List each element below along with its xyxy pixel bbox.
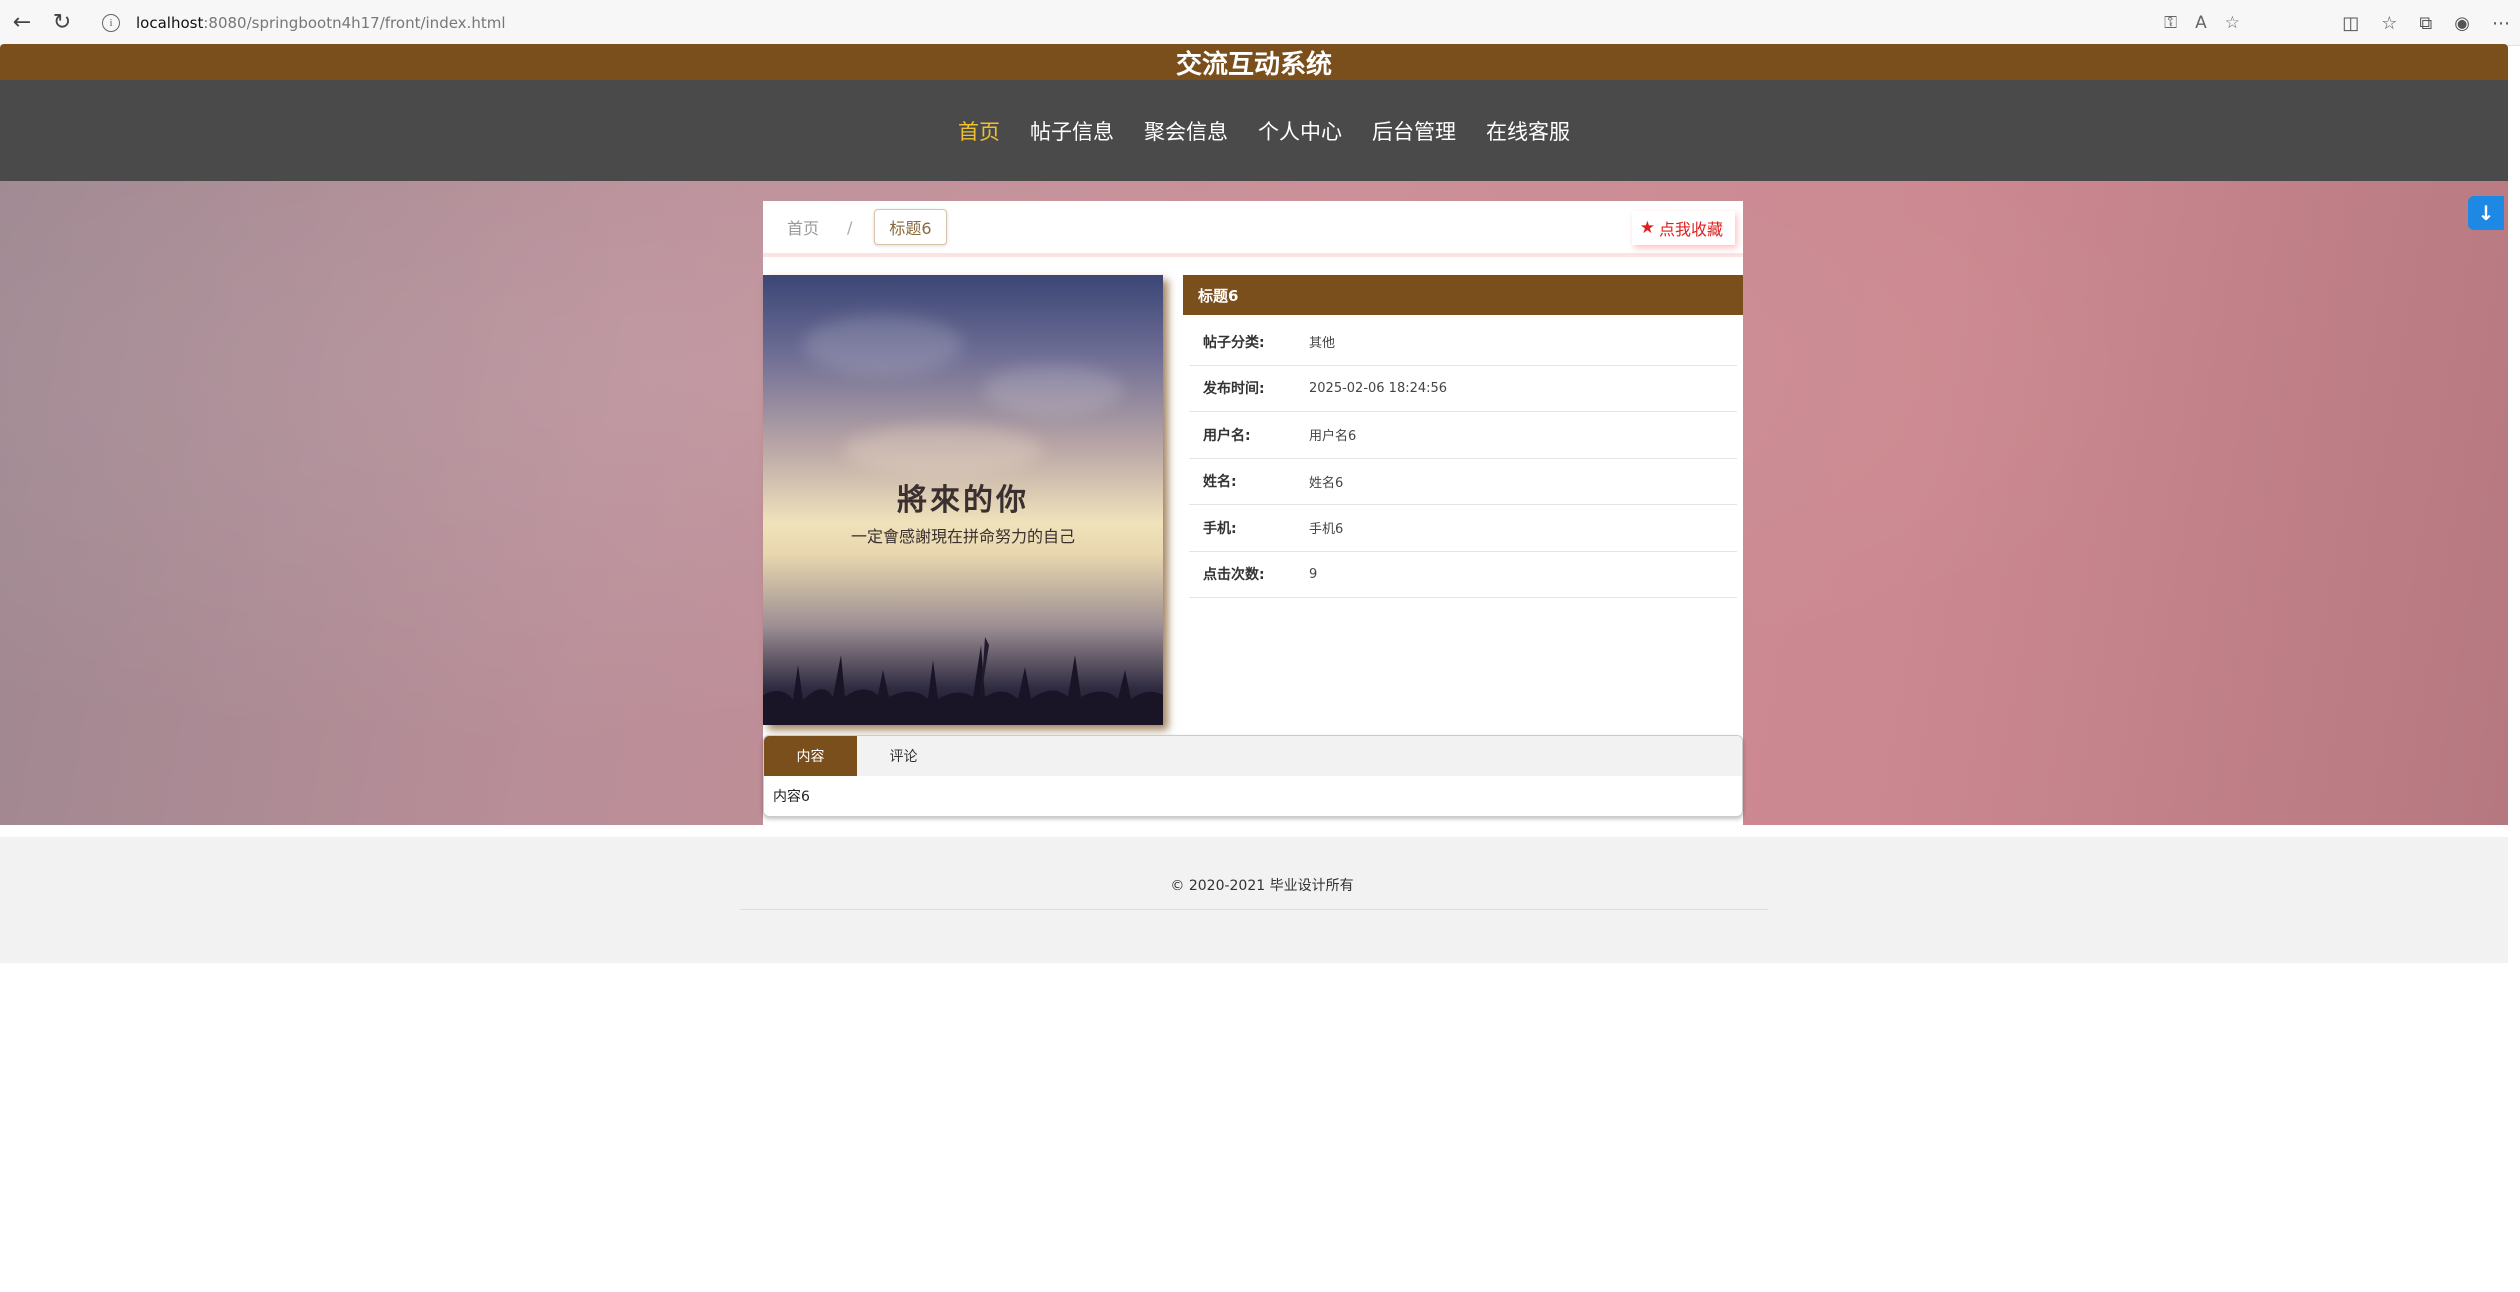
- favorite-label: 点我收藏: [1658, 220, 1723, 239]
- info-label: 帖子分类:: [1203, 334, 1265, 351]
- footer-copyright: © 2020-2021 毕业设计所有: [1170, 878, 1354, 894]
- tab-content[interactable]: 内容: [764, 736, 857, 776]
- grass-silhouette: [763, 637, 1163, 725]
- url-path: :8080/springbootn4h17/front/index.html: [203, 13, 506, 32]
- breadcrumb-separator: /: [847, 217, 853, 237]
- info-row-phone: 手机: 手机6: [1189, 505, 1737, 552]
- info-value: 手机6: [1309, 522, 1344, 538]
- tab-comments[interactable]: 评论: [857, 736, 950, 776]
- post-title-header: 标题6: [1183, 275, 1743, 315]
- info-value: 2025-02-06 18:24:56: [1309, 380, 1448, 396]
- key-icon[interactable]: ⚿: [2164, 13, 2177, 33]
- content-tabs: 内容 评论 内容6: [763, 735, 1743, 817]
- info-row-name: 姓名: 姓名6: [1189, 459, 1737, 505]
- split-screen-icon[interactable]: ◫: [2342, 13, 2359, 34]
- browser-toolbar: ← ↻ i localhost:8080/springbootn4h17/fro…: [0, 0, 2520, 46]
- favorite-star-icon[interactable]: ☆: [2225, 13, 2240, 33]
- nav-item-posts[interactable]: 帖子信息: [1030, 116, 1114, 146]
- tab-content-body: 内容6: [773, 789, 810, 805]
- nav-item-home[interactable]: 首页: [958, 116, 1000, 146]
- back-arrow-icon[interactable]: ←: [2, 3, 42, 43]
- star-icon: ★: [1639, 218, 1655, 238]
- post-info-table: 帖子分类: 其他 发布时间: 2025-02-06 18:24:56 用户名: …: [1189, 319, 1737, 598]
- footer: © 2020-2021 毕业设计所有: [0, 837, 2508, 963]
- footer-divider: [740, 909, 1768, 910]
- breadcrumb-current: 标题6: [874, 209, 947, 245]
- extensions-icon[interactable]: ◉: [2454, 13, 2470, 34]
- refresh-icon[interactable]: ↻: [42, 3, 82, 43]
- address-bar[interactable]: i localhost:8080/springbootn4h17/front/i…: [90, 6, 2240, 40]
- info-row-click-count: 点击次数: 9: [1189, 552, 1737, 598]
- more-menu-icon[interactable]: ⋯: [2492, 13, 2510, 34]
- main-nav: 首页 帖子信息 聚会信息 个人中心 后台管理 在线客服: [0, 80, 2508, 181]
- favorite-button[interactable]: ★ 点我收藏: [1631, 211, 1735, 245]
- breadcrumb-home[interactable]: 首页: [787, 215, 819, 239]
- info-row-category: 帖子分类: 其他: [1189, 319, 1737, 366]
- post-cover-image: 將來的你 一定會感謝現在拼命努力的自己: [763, 275, 1163, 725]
- favorites-icon[interactable]: ☆: [2381, 13, 2397, 34]
- nav-item-profile[interactable]: 个人中心: [1258, 116, 1342, 146]
- nav-item-admin[interactable]: 后台管理: [1372, 116, 1456, 146]
- info-value: 9: [1309, 566, 1318, 582]
- info-label: 手机:: [1203, 520, 1237, 537]
- read-aloud-icon[interactable]: A: [2195, 13, 2207, 33]
- collections-icon[interactable]: ⧉: [2419, 13, 2432, 34]
- post-detail-card: 首页 / 标题6 ★ 点我收藏 將來的你 一定會感謝現在拼命努力的自己 标题6 …: [763, 201, 1743, 831]
- breadcrumb: 首页 / 标题6 ★ 点我收藏: [763, 201, 1743, 257]
- site-title: 交流互动系统: [1175, 49, 1332, 80]
- site-info-icon[interactable]: i: [102, 13, 120, 32]
- nav-item-support[interactable]: 在线客服: [1486, 116, 1570, 146]
- info-value: 姓名6: [1309, 475, 1344, 491]
- tab-bar: 内容 评论: [764, 736, 1742, 776]
- info-value: 用户名6: [1309, 429, 1357, 445]
- post-info-panel: 标题6 帖子分类: 其他 发布时间: 2025-02-06 18:24:56 用…: [1183, 275, 1743, 598]
- nav-item-gatherings[interactable]: 聚会信息: [1144, 116, 1228, 146]
- url-host: localhost: [136, 13, 204, 32]
- info-row-publish-time: 发布时间: 2025-02-06 18:24:56: [1189, 366, 1737, 412]
- info-label: 发布时间:: [1203, 381, 1265, 398]
- cover-subtitle: 一定會感謝現在拼命努力的自己: [850, 527, 1075, 546]
- scroll-down-arrow-icon[interactable]: ↓: [2468, 196, 2504, 230]
- info-label: 用户名:: [1203, 427, 1251, 444]
- info-label: 点击次数:: [1203, 567, 1265, 584]
- info-label: 姓名:: [1203, 474, 1237, 491]
- info-row-username: 用户名: 用户名6: [1189, 412, 1737, 459]
- info-value: 其他: [1309, 336, 1336, 352]
- cover-title: 將來的你: [897, 483, 1029, 518]
- site-title-bar: 交流互动系统: [0, 44, 2508, 80]
